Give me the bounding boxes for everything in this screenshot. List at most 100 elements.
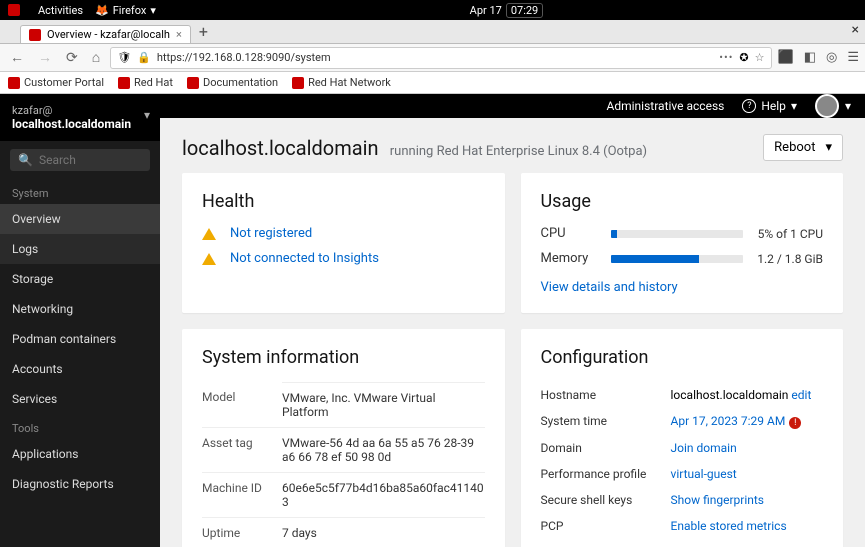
admin-access-label[interactable]: Administrative access <box>607 99 725 113</box>
config-value: Apr 17, 2023 7:29 AM! <box>671 408 824 435</box>
sidebar-hostname: localhost.localdomain <box>12 117 148 131</box>
memory-bar <box>611 255 744 263</box>
new-tab-button[interactable]: + <box>191 20 216 43</box>
sysinfo-key: Uptime <box>202 517 282 547</box>
usage-card: Usage CPU 5% of 1 CPU Memory 1.2 / 1.8 G… <box>521 173 844 313</box>
search-input[interactable] <box>39 153 142 167</box>
config-value: Join domain <box>671 435 824 461</box>
config-link[interactable]: Show fingerprints <box>671 493 765 507</box>
sysinfo-value: VMware-56 4d aa 6a 55 a5 76 28-39 a6 66 … <box>282 427 485 472</box>
sidebar-item-logs[interactable]: Logs <box>0 234 160 264</box>
bookmark-red-hat[interactable]: Red Hat <box>118 76 173 89</box>
cpu-bar <box>611 230 744 238</box>
insights-link[interactable]: Not connected to Insights <box>230 251 379 266</box>
cpu-label: CPU <box>541 226 601 241</box>
config-value: Show fingerprints <box>671 487 824 513</box>
browser-tabstrip: Overview - kzafar@localh × + × <box>0 20 865 44</box>
help-menu[interactable]: ? Help ▾ <box>742 99 797 113</box>
bookmark-red-hat-network[interactable]: Red Hat Network <box>292 76 391 89</box>
chevron-down-icon: ▾ <box>144 108 150 122</box>
sidebar-item-applications[interactable]: Applications <box>0 439 160 469</box>
sidebar-heading-system: System <box>0 179 160 204</box>
config-key: Secure shell keys <box>541 487 671 513</box>
config-key: Performance profile <box>541 461 671 487</box>
chevron-down-icon: ▾ <box>825 140 832 155</box>
shield-icon: 🛡 <box>117 51 131 64</box>
sysinfo-value: VMware, Inc. VMware Virtual Platform <box>282 382 485 427</box>
session-menu[interactable]: ▾ <box>815 94 851 118</box>
sidebar-item-diagnostic-reports[interactable]: Diagnostic Reports <box>0 469 160 499</box>
activities-button[interactable]: Activities <box>38 4 83 17</box>
config-title: Configuration <box>541 347 824 368</box>
sidebar-item-podman[interactable]: Podman containers <box>0 324 160 354</box>
help-icon: ? <box>742 99 756 113</box>
window-close-button[interactable]: × <box>852 22 859 38</box>
config-value: localhost.localdomain edit <box>671 382 824 408</box>
sidebar-icon[interactable]: ◧ <box>804 50 816 65</box>
clock[interactable]: Apr 17 07:29 <box>470 3 544 18</box>
config-value: Enable stored metrics <box>671 513 824 539</box>
home-button[interactable]: ⌂ <box>88 49 104 66</box>
bookmark-star-icon[interactable]: ☆ <box>755 51 765 64</box>
url-bar[interactable]: 🛡 🔒 https://192.168.0.128:9090/system ••… <box>110 47 771 69</box>
account-icon[interactable]: ◎ <box>826 50 837 65</box>
bookmarks-bar: Customer Portal Red Hat Documentation Re… <box>0 72 865 94</box>
usage-details-link[interactable]: View details and history <box>541 280 678 295</box>
sidebar: kzafar@ localhost.localdomain ▾ 🔍 System… <box>0 94 160 547</box>
config-link[interactable]: Join domain <box>671 441 737 455</box>
bookmark-customer-portal[interactable]: Customer Portal <box>8 76 104 89</box>
sidebar-item-overview[interactable]: Overview <box>0 204 160 234</box>
warning-icon <box>202 253 216 265</box>
alert-icon: ! <box>789 417 801 429</box>
gnome-top-bar: Activities 🦊 Firefox ▾ Apr 17 07:29 <box>0 0 865 20</box>
page-actions-icon[interactable]: ••• <box>719 51 733 64</box>
edit-link[interactable]: edit <box>791 388 811 402</box>
configuration-card: Configuration Hostnamelocalhost.localdom… <box>521 329 844 547</box>
redhat-icon <box>118 77 130 89</box>
firefox-icon: 🦊 <box>95 4 109 17</box>
lock-icon: 🔒 <box>137 51 151 64</box>
cockpit-app: kzafar@ localhost.localdomain ▾ 🔍 System… <box>0 94 865 547</box>
memory-label: Memory <box>541 251 601 266</box>
config-key: Domain <box>541 435 671 461</box>
sysinfo-key: Asset tag <box>202 427 282 472</box>
not-registered-link[interactable]: Not registered <box>230 226 312 241</box>
sidebar-item-storage[interactable]: Storage <box>0 264 160 294</box>
sidebar-item-networking[interactable]: Networking <box>0 294 160 324</box>
tab-close-button[interactable]: × <box>176 28 182 41</box>
config-key: System time <box>541 408 671 435</box>
memory-value: 1.2 / 1.8 GiB <box>753 252 823 266</box>
sidebar-item-services[interactable]: Services <box>0 384 160 414</box>
os-subtitle: running Red Hat Enterprise Linux 8.4 (Oo… <box>390 144 647 159</box>
cpu-value: 5% of 1 CPU <box>753 227 823 241</box>
sidebar-search[interactable]: 🔍 <box>10 149 150 171</box>
redhat-icon <box>187 77 199 89</box>
library-icon[interactable]: ⬛ <box>778 50 794 65</box>
config-value: virtual-guest <box>671 461 824 487</box>
reboot-button[interactable]: Reboot ▾ <box>763 134 843 161</box>
browser-tab[interactable]: Overview - kzafar@localh × <box>20 25 191 43</box>
reader-icon[interactable]: ✪ <box>739 51 748 64</box>
menu-icon[interactable]: ☰ <box>847 50 859 65</box>
sidebar-heading-tools: Tools <box>0 414 160 439</box>
back-button[interactable]: ← <box>6 49 28 66</box>
cockpit-topbar: Administrative access ? Help ▾ ▾ <box>160 94 865 118</box>
reload-button[interactable]: ⟳ <box>62 50 82 66</box>
forward-button[interactable]: → <box>34 49 56 66</box>
search-icon: 🔍 <box>18 153 33 167</box>
bookmark-documentation[interactable]: Documentation <box>187 76 278 89</box>
main-content: Administrative access ? Help ▾ ▾ localho… <box>160 94 865 547</box>
config-link[interactable]: virtual-guest <box>671 467 737 481</box>
sidebar-item-accounts[interactable]: Accounts <box>0 354 160 384</box>
system-info-card: System information ModelVMware, Inc. VMw… <box>182 329 505 547</box>
fedora-icon <box>8 4 20 16</box>
chevron-down-icon: ▾ <box>845 99 851 113</box>
sysinfo-value: 60e6e5c5f77b4d16ba85a60fac411403 <box>282 472 485 517</box>
avatar-icon <box>815 94 839 118</box>
sidebar-host-switcher[interactable]: kzafar@ localhost.localdomain ▾ <box>0 94 160 141</box>
config-key: Hostname <box>541 382 671 408</box>
config-link[interactable]: Apr 17, 2023 7:29 AM <box>671 414 786 428</box>
redhat-icon <box>292 77 304 89</box>
config-link[interactable]: Enable stored metrics <box>671 519 787 533</box>
firefox-menu[interactable]: 🦊 Firefox ▾ <box>95 4 156 17</box>
